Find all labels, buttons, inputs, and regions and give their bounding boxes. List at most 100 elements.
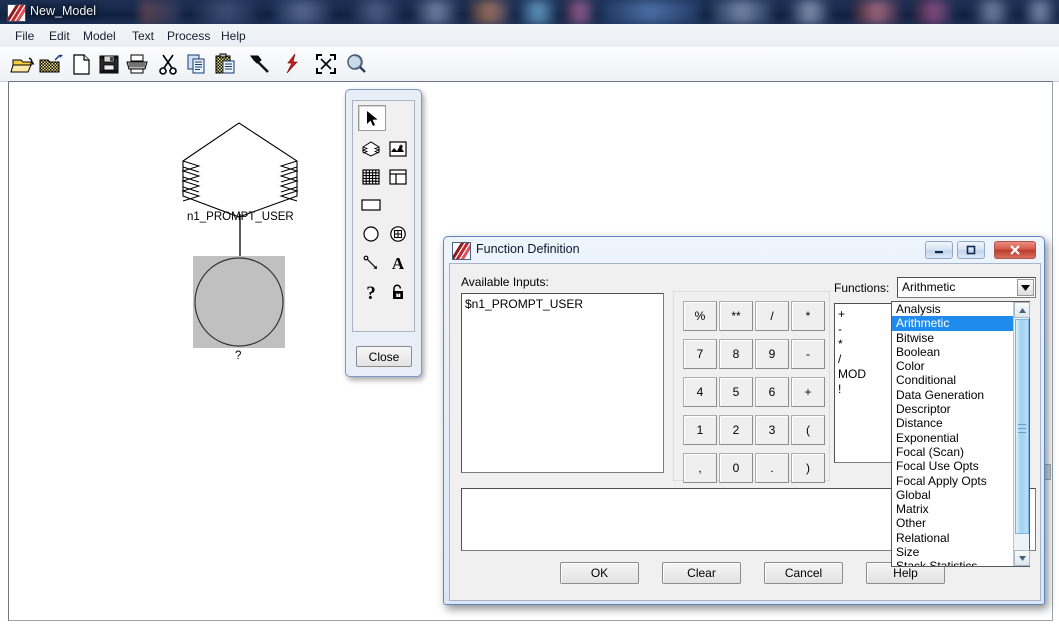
key-8[interactable]: 8 — [719, 339, 753, 369]
dropdown-scroll-thumb[interactable] — [1015, 319, 1029, 534]
cut-scissors-icon[interactable] — [155, 51, 181, 77]
menu-process[interactable]: Process — [162, 28, 215, 44]
operator-item[interactable]: / — [835, 352, 893, 367]
save-icon[interactable] — [96, 51, 122, 77]
dropdown-item-focal-apply-opts[interactable]: Focal Apply Opts — [892, 474, 1015, 488]
functions-label: Functions: — [834, 281, 890, 295]
criteria-circle-icon[interactable] — [385, 222, 411, 246]
functions-category-dropdown[interactable]: Analysis Arithmetic Bitwise Boolean Colo… — [891, 301, 1030, 567]
scroll-down-arrow-icon[interactable] — [1014, 550, 1030, 566]
fit-to-window-icon[interactable] — [313, 51, 339, 77]
menu-model[interactable]: Model — [78, 28, 121, 44]
available-input-item[interactable]: $n1_PROMPT_USER — [462, 297, 663, 312]
function-node[interactable] — [193, 256, 285, 348]
svg-text:?: ? — [366, 283, 376, 302]
copy-icon[interactable] — [184, 51, 210, 77]
open-icon[interactable] — [10, 51, 36, 77]
text-annotation-icon[interactable]: A — [385, 251, 411, 275]
matrix-grid-icon[interactable] — [358, 165, 384, 189]
key-6[interactable]: 6 — [755, 377, 789, 407]
scroll-up-arrow-icon[interactable] — [1014, 302, 1030, 318]
function-circle-icon[interactable] — [358, 222, 384, 246]
new-document-icon[interactable] — [68, 51, 94, 77]
dropdown-item-distance[interactable]: Distance — [892, 416, 1015, 430]
dropdown-item-global[interactable]: Global — [892, 488, 1015, 502]
dropdown-item-focal-use-opts[interactable]: Focal Use Opts — [892, 459, 1015, 473]
menu-file[interactable]: File — [10, 28, 39, 44]
connector-arrow-icon[interactable] — [358, 251, 384, 275]
dropdown-item-bitwise[interactable]: Bitwise — [892, 331, 1015, 345]
dropdown-item-stack-statistics[interactable]: Stack Statistics — [892, 559, 1015, 566]
clear-button[interactable]: Clear — [662, 562, 741, 584]
key-7[interactable]: 7 — [683, 339, 717, 369]
app-logo-icon — [7, 4, 26, 22]
key-5[interactable]: 5 — [719, 377, 753, 407]
dropdown-item-conditional[interactable]: Conditional — [892, 373, 1015, 387]
dropdown-item-focal-scan[interactable]: Focal (Scan) — [892, 445, 1015, 459]
key-plus[interactable]: + — [791, 377, 825, 407]
maximize-button[interactable] — [957, 241, 985, 259]
dropdown-item-descriptor[interactable]: Descriptor — [892, 402, 1015, 416]
dropdown-item-other[interactable]: Other — [892, 516, 1015, 530]
operator-item[interactable]: - — [835, 322, 893, 337]
dropdown-item-size[interactable]: Size — [892, 545, 1015, 559]
key-2[interactable]: 2 — [719, 415, 753, 445]
taskbar-blur-15 — [1025, 0, 1055, 24]
operator-item[interactable]: ! — [835, 382, 893, 397]
image-stack-icon[interactable] — [385, 137, 411, 161]
table-icon[interactable] — [385, 165, 411, 189]
key-divide[interactable]: / — [755, 301, 789, 331]
hammer-icon[interactable] — [247, 51, 273, 77]
key-close-paren[interactable]: ) — [791, 453, 825, 483]
palette-close-button[interactable]: Close — [356, 346, 412, 367]
close-button[interactable] — [994, 241, 1036, 259]
dropdown-item-arithmetic[interactable]: Arithmetic — [892, 316, 1015, 331]
key-9[interactable]: 9 — [755, 339, 789, 369]
key-comma[interactable]: , — [683, 453, 717, 483]
key-open-paren[interactable]: ( — [791, 415, 825, 445]
lock-icon[interactable]: T — [385, 280, 411, 304]
menu-text[interactable]: Text — [127, 28, 159, 44]
chevron-down-icon[interactable] — [1017, 279, 1034, 296]
open-model-icon[interactable] — [38, 51, 64, 77]
dropdown-scrollbar[interactable] — [1013, 302, 1030, 566]
dialog-logo-icon — [452, 242, 471, 260]
pointer-arrow-icon[interactable] — [358, 105, 386, 131]
dropdown-item-exponential[interactable]: Exponential — [892, 431, 1015, 445]
scalar-rectangle-icon[interactable] — [358, 193, 384, 217]
key-period[interactable]: . — [755, 453, 789, 483]
operator-item[interactable]: * — [835, 337, 893, 352]
dropdown-item-color[interactable]: Color — [892, 359, 1015, 373]
taskbar-blur-10 — [712, 0, 772, 24]
menu-edit[interactable]: Edit — [44, 28, 75, 44]
key-minus[interactable]: - — [791, 339, 825, 369]
paste-icon[interactable] — [213, 51, 239, 77]
key-0[interactable]: 0 — [719, 453, 753, 483]
menu-help[interactable]: Help — [216, 28, 251, 44]
raster-input-node[interactable] — [181, 121, 301, 219]
operator-item[interactable]: MOD — [835, 367, 893, 382]
dropdown-item-matrix[interactable]: Matrix — [892, 502, 1015, 516]
key-4[interactable]: 4 — [683, 377, 717, 407]
dropdown-item-analysis[interactable]: Analysis — [892, 302, 1015, 316]
functions-operator-listbox[interactable]: + - * / MOD ! — [834, 303, 894, 463]
lightning-bolt-icon[interactable] — [280, 51, 306, 77]
ok-button[interactable]: OK — [560, 562, 639, 584]
operator-item[interactable]: + — [835, 307, 893, 322]
minimize-button[interactable] — [925, 241, 953, 259]
dropdown-item-data-generation[interactable]: Data Generation — [892, 388, 1015, 402]
dropdown-item-relational[interactable]: Relational — [892, 531, 1015, 545]
key-1[interactable]: 1 — [683, 415, 717, 445]
help-question-icon[interactable]: ? — [358, 280, 384, 304]
print-icon[interactable] — [124, 51, 150, 77]
key-multiply[interactable]: * — [791, 301, 825, 331]
functions-category-combo[interactable]: Arithmetic — [897, 277, 1036, 298]
key-power[interactable]: ** — [719, 301, 753, 331]
raster-layer-icon[interactable] — [358, 137, 384, 161]
dropdown-item-boolean[interactable]: Boolean — [892, 345, 1015, 359]
key-3[interactable]: 3 — [755, 415, 789, 445]
zoom-magnifier-icon[interactable] — [343, 51, 369, 77]
cancel-button[interactable]: Cancel — [764, 562, 843, 584]
key-percent[interactable]: % — [683, 301, 717, 331]
available-inputs-listbox[interactable]: $n1_PROMPT_USER — [461, 293, 664, 473]
